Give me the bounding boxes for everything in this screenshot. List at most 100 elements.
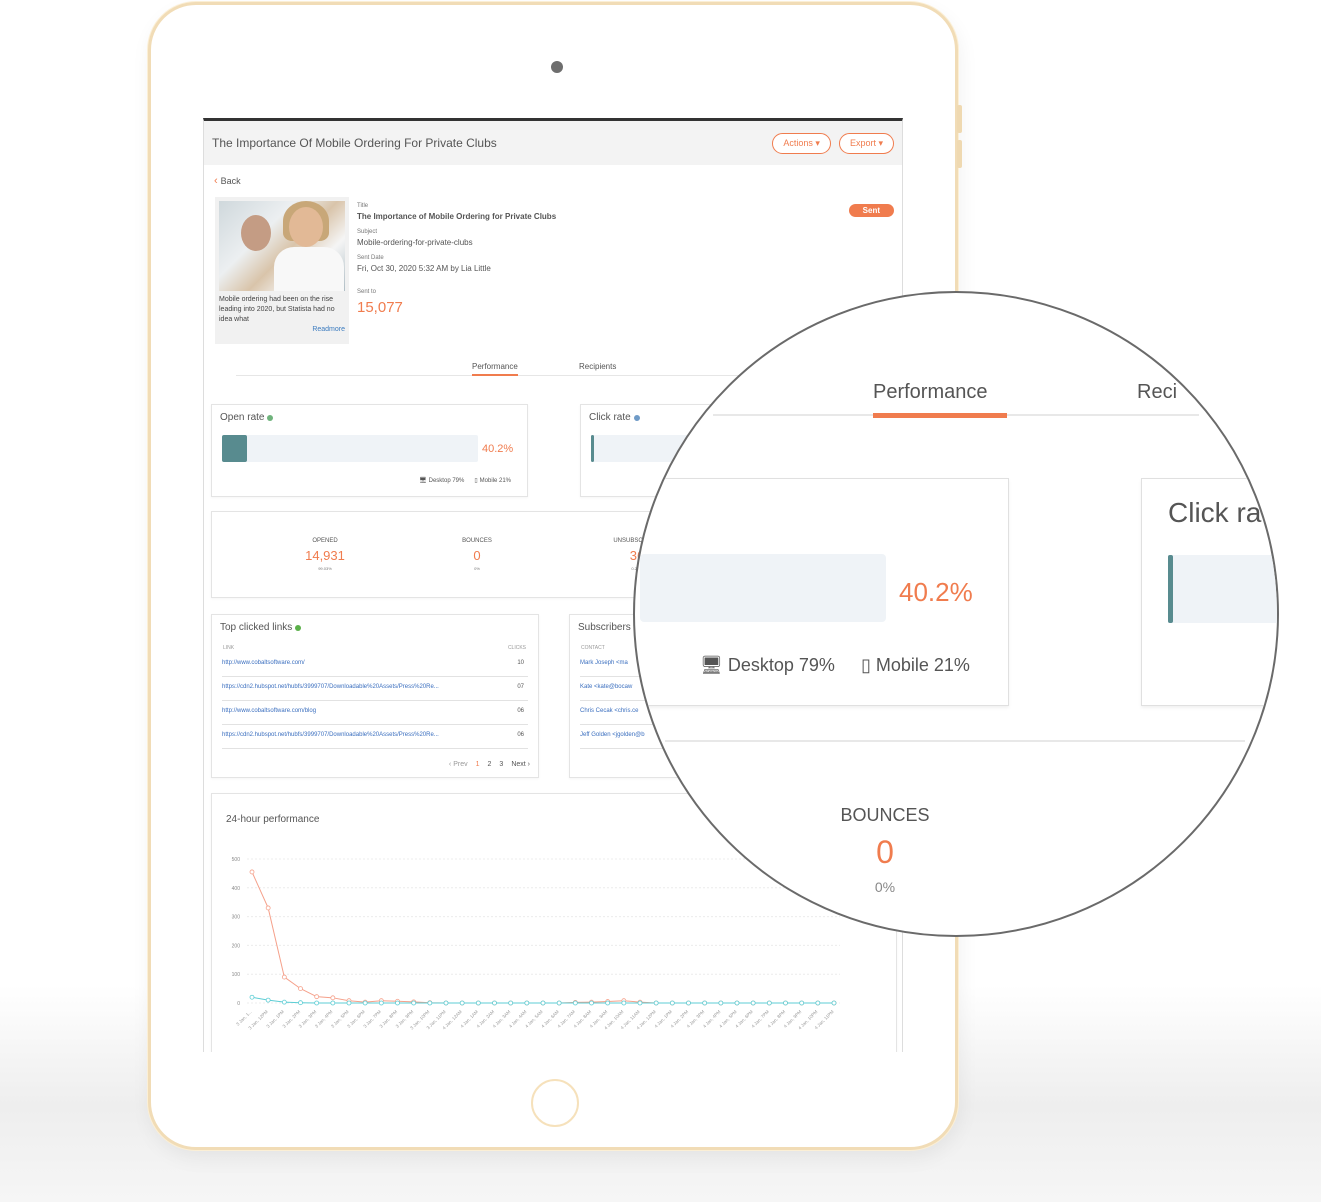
mag-click-rate-bar-fill	[1168, 555, 1173, 623]
open-rate-bar	[222, 435, 478, 462]
subject-value: Mobile-ordering-for-private-clubs	[357, 238, 473, 247]
device-mockup-stage: The Importance Of Mobile Ordering For Pr…	[0, 0, 1321, 1202]
data-point-clicks	[831, 1000, 837, 1006]
y-tick-label: 300	[232, 915, 241, 921]
home-button[interactable]	[531, 1079, 579, 1127]
data-point-clicks	[492, 1000, 497, 1006]
data-point-clicks	[475, 1000, 481, 1006]
sent-date-value: Fri, Oct 30, 2020 5:32 AM by Lia Little	[357, 264, 491, 273]
status-badge: Sent	[848, 204, 894, 217]
link-url[interactable]: https://cdn2.hubspot.net/hubfs/3999707/D…	[222, 732, 439, 738]
sent-to-value: 15,077	[357, 299, 403, 316]
link-url[interactable]: http://www.cobaltsoftware.com/blog	[222, 708, 316, 714]
info-icon[interactable]	[295, 624, 302, 631]
data-point-opens	[249, 869, 255, 875]
readmore-link[interactable]: Readmore	[219, 326, 345, 333]
y-tick-label: 500	[232, 857, 241, 863]
data-point-clicks	[427, 1000, 433, 1006]
mag-device-breakdown: 🖥 Desktop 79% ▯ Mobile 21%	[700, 655, 970, 675]
data-point-clicks	[362, 1000, 368, 1006]
data-point-clicks	[718, 1000, 724, 1006]
tab-performance[interactable]: Performance	[472, 362, 518, 376]
data-point-clicks	[783, 1000, 788, 1006]
data-point-clicks	[508, 1000, 514, 1006]
data-point-clicks	[799, 1000, 805, 1006]
mag-tab-performance[interactable]: Performance	[873, 381, 988, 404]
data-point-clicks	[540, 1000, 546, 1006]
table-row: http://www.cobaltsoftware.com/10	[222, 653, 528, 677]
data-point-clicks	[378, 1000, 384, 1006]
data-point-clicks	[686, 1000, 691, 1006]
click-rate-bar-fill	[591, 435, 594, 462]
data-point-clicks	[298, 1000, 303, 1006]
y-tick-label: 0	[237, 1001, 240, 1007]
page-1[interactable]: 1	[476, 761, 480, 768]
page-title: The Importance Of Mobile Ordering For Pr…	[212, 136, 497, 150]
data-point-clicks	[330, 1000, 336, 1006]
link-url[interactable]: https://cdn2.hubspot.net/hubfs/3999707/D…	[222, 684, 439, 690]
mag-click-rate-card: Click ra	[1141, 478, 1277, 706]
campaign-meta: Title The Importance of Mobile Ordering …	[357, 197, 556, 344]
open-rate-card: Open rate 40.2% 🖥 Desktop 79% ▯ Mobile 21%	[211, 404, 528, 497]
sent-date-label: Sent Date	[357, 255, 384, 261]
contact-link[interactable]: Chris Cecak <chris.ce	[580, 708, 639, 714]
data-point-clicks	[524, 1000, 530, 1006]
open-rate-bar-fill	[222, 435, 248, 462]
subject-label: Subject	[357, 229, 378, 235]
next-page-button[interactable]: Next ›	[511, 761, 530, 768]
table-row: http://www.cobaltsoftware.com/blog 06	[222, 701, 528, 725]
y-tick-label: 100	[232, 972, 241, 978]
back-link[interactable]: ‹ Back	[214, 175, 241, 187]
data-point-clicks	[411, 1000, 417, 1006]
subscribers-title: Subscribers	[578, 622, 631, 633]
data-point-clicks	[395, 1000, 400, 1006]
mag-click-rate-bar	[1168, 555, 1277, 623]
data-point-clicks	[346, 1000, 352, 1006]
y-tick-label: 200	[232, 943, 241, 949]
data-point-clicks	[556, 1000, 562, 1006]
email-preview-card: Mobile ordering had been on the rise lea…	[215, 197, 349, 344]
top-links-title: Top clicked links	[220, 622, 293, 633]
data-point-opens	[298, 986, 303, 992]
data-point-clicks	[265, 997, 271, 1003]
data-point-clicks	[815, 1000, 821, 1006]
mag-open-rate-value: 40.2%	[899, 577, 973, 607]
contact-link[interactable]: Mark Joseph <ma	[580, 660, 628, 666]
data-point-clicks	[589, 1000, 594, 1006]
click-rate-title: Click rate	[589, 412, 631, 423]
sent-to-label: Sent to	[357, 289, 377, 295]
contact-link[interactable]: Kate <kate@bocaw	[580, 684, 632, 690]
open-rate-value: 40.2%	[482, 443, 514, 455]
data-point-clicks	[750, 1000, 756, 1006]
data-point-opens	[314, 994, 320, 1000]
device-breakdown: 🖥 Desktop 79% ▯ Mobile 21%	[419, 477, 511, 485]
mag-divider	[665, 740, 1245, 742]
desktop-icon: 🖥	[419, 478, 427, 484]
magnifier-overlay: Performance Reci 40.2% 🖥 Desktop 79% ▯ M…	[633, 291, 1279, 937]
mag-stat-bounces: BOUNCES 0 0%	[840, 805, 930, 895]
chevron-left-icon: ‹	[214, 175, 218, 187]
data-point-clicks	[766, 1000, 772, 1006]
col-link-header: LINK	[223, 645, 235, 651]
prev-page-button[interactable]: ‹ Prev	[449, 761, 468, 768]
export-button[interactable]: Export ▾	[838, 132, 894, 154]
data-point-clicks	[249, 994, 255, 1000]
mag-click-rate-title: Click ra	[1168, 497, 1262, 528]
volume-down-button	[957, 140, 962, 168]
title-label: Title	[357, 203, 369, 209]
info-icon[interactable]	[267, 414, 274, 421]
actions-button[interactable]: Actions ▾	[772, 132, 831, 154]
data-point-clicks	[314, 1000, 320, 1006]
data-point-clicks	[653, 1000, 659, 1006]
camera-icon	[551, 61, 563, 73]
page-3[interactable]: 3	[499, 761, 503, 768]
top-clicked-links-card: Top clicked links LINK CLICKS http://www…	[211, 614, 539, 778]
page-2[interactable]: 2	[488, 761, 492, 768]
tab-recipients[interactable]: Recipients	[579, 362, 616, 374]
open-rate-title: Open rate	[220, 412, 265, 423]
data-point-clicks	[605, 1000, 611, 1006]
data-point-clicks	[621, 1000, 627, 1006]
caret-down-icon: ▾	[815, 137, 820, 148]
mag-tab-recipients[interactable]: Reci	[1137, 381, 1177, 404]
link-url[interactable]: http://www.cobaltsoftware.com/	[222, 660, 305, 666]
